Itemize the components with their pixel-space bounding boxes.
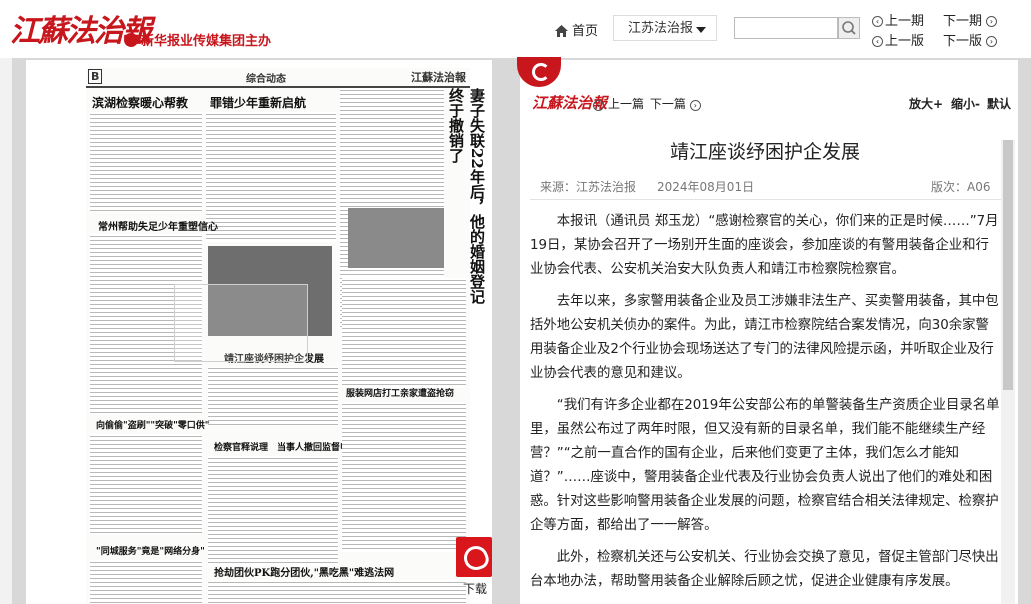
publisher-org: 新华报业传媒集团主办 [124, 30, 271, 49]
circle-right-icon: › [986, 16, 998, 27]
text-block [90, 434, 202, 534]
circle-left-icon: ‹ [872, 36, 883, 47]
page-letter: B [88, 69, 103, 84]
headline-2[interactable]: 罪错少年重新启航 [210, 94, 306, 111]
next-article-link[interactable]: 下一篇 › [650, 97, 701, 111]
prev-page-label: 上一版 [885, 34, 925, 49]
next-article-label: 下一篇 [649, 97, 686, 111]
article-paragraph: 此外，检察机关还与公安机关、行业协会交换了意见，督促主管部门尽快出台本地办法，帮… [530, 550, 999, 589]
prev-issue-link[interactable]: ‹ 上一期 [872, 10, 924, 29]
text-block [208, 456, 338, 566]
article-panel: 江蘇法治報 ‹ 上一篇 下一篇 › 放大+ 缩小- 默认 靖江座谈纾困护企发展 来源… [520, 60, 1018, 604]
pdf-download-icon[interactable] [456, 537, 492, 577]
next-issue-label: 下一期 [943, 14, 983, 29]
text-block [208, 366, 338, 426]
newspaper-masthead: B 综合动态 江蘇法治報 [86, 68, 470, 88]
back-arrow-icon [532, 63, 550, 81]
home-link[interactable]: 首页 [555, 20, 598, 39]
top-header: 江蘇法治報 新华报业传媒集团主办 首页 江苏法治报 ‹ 上一期 下一期 › ‹ 上一版… [0, 0, 1031, 58]
text-block [206, 112, 336, 242]
prev-issue-label: 上一期 [885, 14, 925, 29]
next-page-link[interactable]: 下一版 › [943, 30, 999, 49]
paper-select-value: 江苏法治报 [628, 21, 694, 36]
paper-select[interactable]: 江苏法治报 [613, 15, 717, 41]
search-button[interactable] [838, 17, 860, 39]
search-icon [842, 21, 856, 35]
text-block [342, 278, 466, 388]
text-block [342, 402, 466, 552]
divider [530, 199, 1008, 200]
article-source: 来源：江苏法治报 [540, 180, 637, 194]
headline-3[interactable]: 常州帮助失足少年重塑信心 [98, 218, 218, 233]
headline-9[interactable]: 服装网店打工亲家遭盗抢窃 [346, 386, 454, 399]
text-block [90, 560, 202, 604]
article-nav: ‹ 上一篇 下一篇 › [593, 95, 701, 112]
home-label: 首页 [572, 24, 599, 39]
headline-5[interactable]: 检察官释说理 当事人撤回监督申请 [214, 440, 358, 453]
article-paragraph: 去年以来，多家警用装备企业及员工涉嫌非法生产、买卖警用装备，其中包括外地公安机关… [530, 294, 999, 381]
news-photo [348, 208, 444, 268]
article-title: 靖江座谈纾困护企发展 [669, 141, 860, 163]
circle-left-icon: ‹ [593, 100, 604, 111]
prev-page-link[interactable]: ‹ 上一版 [872, 30, 924, 49]
chevron-down-icon [696, 27, 706, 33]
article-body: 本报讯（通讯员 郑玉龙）“感谢检察官的关心，你们来的正是时候……”7月19日，某… [530, 210, 1002, 604]
article-paragraph: 本报讯（通讯员 郑玉龙）“感谢检察官的关心，你们来的正是时候……”7月19日，某… [530, 214, 999, 277]
prev-article-link[interactable]: ‹ 上一篇 [593, 97, 644, 111]
headline-6[interactable]: 向偷偷"盗刷""突破"零口供" [96, 418, 209, 431]
headline-8[interactable]: 抢劫团伙PK跑分团伙,"黑吃黑"难逃法网 [214, 564, 394, 579]
search-input[interactable] [734, 17, 838, 39]
article-date: 2024年08月01日 [657, 180, 755, 194]
next-page-label: 下一版 [943, 34, 983, 49]
circle-right-icon: › [986, 36, 998, 47]
circle-right-icon: › [689, 100, 701, 111]
download-label[interactable]: 下载 [463, 580, 487, 597]
zoom-out-button[interactable]: 缩小- [951, 95, 980, 112]
zoom-in-button[interactable]: 放大+ [909, 95, 943, 112]
next-issue-link[interactable]: 下一期 › [943, 10, 999, 29]
article-edition: 版次：A06 [931, 180, 991, 194]
headline-7[interactable]: "同城服务"竟是"网络分身" [96, 544, 205, 557]
headline-1[interactable]: 滨湖检察暖心帮教 [92, 94, 188, 111]
text-block [208, 580, 466, 604]
zoom-default-button[interactable]: 默认 [987, 95, 1011, 112]
circle-left-icon: ‹ [872, 16, 883, 27]
text-block [90, 112, 202, 212]
newspaper-brand: 江蘇法治報 [411, 71, 466, 84]
publisher-label: 新华报业传媒集团主办 [141, 34, 272, 49]
newspaper-page[interactable]: B 综合动态 江蘇法治報 滨湖检察暖心帮教 罪错少年重新启航 妻子失联22年后，… [26, 60, 492, 604]
scrollbar-thumb[interactable] [1003, 140, 1013, 390]
prev-article-label: 上一篇 [608, 97, 645, 111]
section-title: 综合动态 [246, 74, 286, 85]
publisher-logo-icon [124, 33, 138, 47]
vertical-headline[interactable]: 妻子失联22年后，他的婚姻登记终于撤销了 [446, 88, 488, 308]
home-icon [555, 25, 568, 37]
selected-article-highlight[interactable] [174, 284, 308, 362]
article-paragraph: “我们有许多企业都在2019年公安部公布的单警装备生产资质企业目录名单里，虽然公… [530, 398, 1000, 533]
